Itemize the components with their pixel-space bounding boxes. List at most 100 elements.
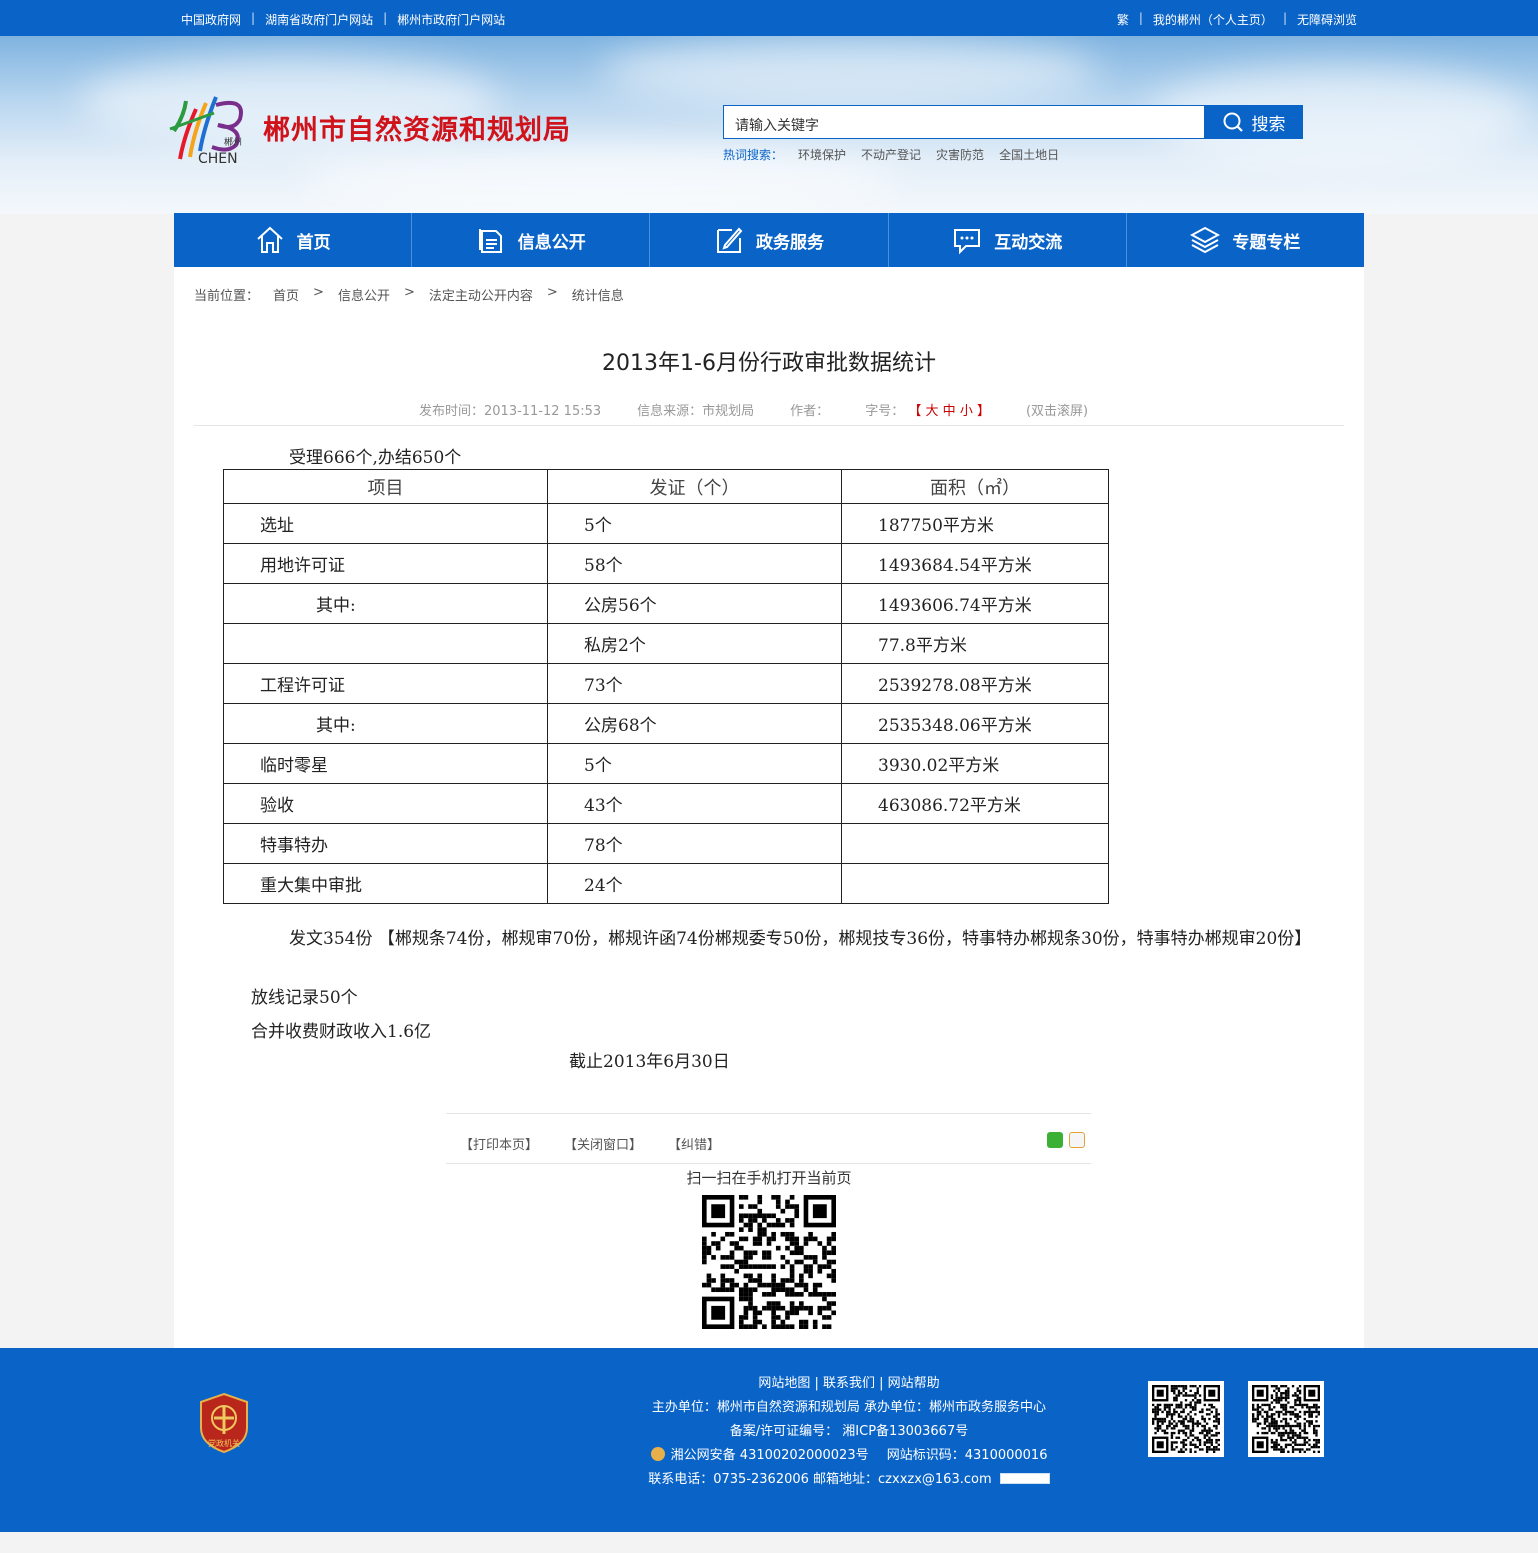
wechat-icon[interactable] <box>1047 1132 1063 1148</box>
font-size-control: 字号： 【 大 中 小 】 <box>865 400 990 419</box>
table-cell: 公房56个 <box>547 583 842 624</box>
hot-word-link[interactable]: 环境保护 <box>798 146 846 163</box>
article-paragraph: 放线记录50个 <box>251 988 358 1008</box>
scroll-toggle[interactable]: (双击滚屏) <box>1026 400 1088 419</box>
nav-item-interaction[interactable]: 互动交流 <box>889 213 1127 267</box>
footer-qr-code-2 <box>1248 1381 1324 1457</box>
table-cell: 5个 <box>547 503 842 544</box>
table-cell: 73个 <box>547 663 842 704</box>
font-large-button[interactable]: 大 <box>926 404 939 419</box>
footer-site-id: 网站标识码：4310000016 <box>886 1448 1048 1463</box>
link-my-chenzhou[interactable]: 我的郴州（个人主页） <box>1153 11 1273 28</box>
table-cell <box>841 863 1109 904</box>
table-row: 用地许可证 58个 1493684.54平方米 <box>223 543 1109 584</box>
breadcrumb-info[interactable]: 信息公开 <box>338 285 390 304</box>
table-cell: 用地许可证 <box>223 543 548 584</box>
table-row: 重大集中审批 24个 <box>223 863 1109 904</box>
footer-icp[interactable]: 备案/许可证编号： 湘ICP备13003667号 <box>636 1420 1062 1444</box>
home-icon <box>256 226 283 253</box>
chat-icon <box>954 229 981 255</box>
font-small-button[interactable]: 小 <box>960 404 973 419</box>
link-hunan-gov[interactable]: 湖南省政府门户网站 <box>265 11 373 28</box>
table-cell: 5个 <box>547 743 842 784</box>
table-header: 发证（个） <box>547 469 842 504</box>
footer-qr-code-1 <box>1148 1381 1224 1457</box>
table-row: 私房2个 77.8平方米 <box>223 623 1109 664</box>
table-header-row: 项目 发证（个） 面积（㎡） <box>223 469 1109 504</box>
layers-icon <box>1190 226 1221 254</box>
table-cell: 78个 <box>547 823 842 864</box>
table-row: 工程许可证 73个 2539278.08平方米 <box>223 663 1109 704</box>
site-title: 郴州市自然资源和规划局 <box>263 115 571 146</box>
chenzhou-logo-icon[interactable]: 郴州 CHEN <box>166 91 250 167</box>
document-icon <box>478 229 502 253</box>
police-badge-icon <box>650 1447 665 1461</box>
table-cell <box>841 823 1109 864</box>
table-cell: 77.8平方米 <box>841 623 1109 664</box>
footer: 党政机关 网站地图 | 联系我们 | 网站帮助 主办单位：郴州市自然资源和规划局… <box>0 1348 1538 1532</box>
article-paragraph: 发文354份 【郴规条74份，郴规审70份，郴规许函74份郴规委专50份，郴规技… <box>289 929 1312 949</box>
weibo-icon[interactable] <box>1069 1132 1085 1148</box>
footer-police[interactable]: 湘公网安备 43100202000023号 <box>671 1448 869 1463</box>
party-government-badge-icon[interactable]: 党政机关 <box>197 1392 251 1454</box>
footer-contact: 联系电话：0735-2362006 邮箱地址：czxxzx@163.com <box>648 1472 992 1487</box>
link-accessibility[interactable]: 无障碍浏览 <box>1297 11 1357 28</box>
search-button[interactable]: 搜索 <box>1204 105 1303 139</box>
table-cell: 临时零星 <box>223 743 548 784</box>
font-size-open: 【 <box>908 404 922 419</box>
table-cell: 私房2个 <box>547 623 842 664</box>
report-error-button[interactable]: 【纠错】 <box>668 1134 720 1153</box>
nav-item-home[interactable]: 首页 <box>174 213 413 267</box>
link-chenzhou-gov[interactable]: 郴州市政府门户网站 <box>397 11 505 28</box>
table-cell: 463086.72平方米 <box>841 783 1109 824</box>
article-source: 信息来源：市规划局 <box>637 404 755 419</box>
table-cell: 2539278.08平方米 <box>841 663 1109 704</box>
edit-icon <box>717 227 743 253</box>
cnzz-icon[interactable] <box>999 1473 1050 1484</box>
breadcrumb-sep: > <box>313 285 324 300</box>
breadcrumb-sep: > <box>546 285 558 300</box>
table-header: 面积（㎡） <box>841 469 1109 504</box>
footer-police-row: 湘公网安备 43100202000023号 网站标识码：4310000016 <box>636 1444 1062 1468</box>
top-links-left: 中国政府网 | 湖南省政府门户网站 | 郴州市政府门户网站 <box>181 11 506 28</box>
table-cell <box>223 623 548 664</box>
article-paragraph: 合并收费财政收入1.6亿 <box>251 1022 432 1042</box>
header: 郴州 CHEN 郴州市自然资源和规划局 请输入关键字 搜索 热词搜索： 环境保护… <box>0 36 1538 214</box>
table-row: 特事特办 78个 <box>223 823 1109 864</box>
breadcrumb-home[interactable]: 首页 <box>273 285 299 304</box>
badge-text: 党政机关 <box>208 1438 240 1448</box>
article-title: 2013年1-6月份行政审批数据统计 <box>602 351 936 376</box>
table-cell: 重大集中审批 <box>223 863 548 904</box>
table-cell: 187750平方米 <box>841 503 1109 544</box>
font-medium-button[interactable]: 中 <box>943 404 956 419</box>
stats-table: 项目 发证（个） 面积（㎡） 选址 5个 187750平方米 用地许可证 58个 1493… <box>223 469 1109 904</box>
nav-item-service[interactable]: 政务服务 <box>650 213 889 267</box>
logo-text: 郴州 <box>224 136 242 148</box>
main-content: 当前位置： 首页 > 信息公开 > 法定主动公开内容 > 统计信息 2013年1… <box>174 267 1364 1348</box>
table-cell: 1493606.74平方米 <box>841 583 1109 624</box>
hot-search: 热词搜索： 环境保护 不动产登记 灾害防范 全国土地日 <box>723 146 1059 163</box>
table-cell: 公房68个 <box>547 703 842 744</box>
table-cell: 3930.02平方米 <box>841 743 1109 784</box>
close-window-button[interactable]: 【关闭窗口】 <box>564 1134 642 1153</box>
nav-item-info[interactable]: 信息公开 <box>412 213 651 267</box>
hot-word-link[interactable]: 全国土地日 <box>999 146 1059 163</box>
top-bar: 中国政府网 | 湖南省政府门户网站 | 郴州市政府门户网站 繁 | 我的郴州（个… <box>0 0 1538 36</box>
article-paragraph: 截止2013年6月30日 <box>569 1052 730 1072</box>
table-cell: 选址 <box>223 503 548 544</box>
link-traditional[interactable]: 繁 <box>1117 11 1129 28</box>
table-row: 其中: 公房56个 1493606.74平方米 <box>223 583 1109 624</box>
print-button[interactable]: 【打印本页】 <box>460 1134 538 1153</box>
hot-word-link[interactable]: 灾害防范 <box>936 146 984 163</box>
divider <box>194 425 1344 426</box>
breadcrumb-legal[interactable]: 法定主动公开内容 <box>429 285 533 304</box>
hot-word-link[interactable]: 不动产登记 <box>861 146 921 163</box>
breadcrumb-stats[interactable]: 统计信息 <box>572 285 624 304</box>
link-china-gov[interactable]: 中国政府网 <box>181 11 241 28</box>
nav-label: 信息公开 <box>517 232 586 253</box>
table-header: 项目 <box>223 469 548 504</box>
nav-item-topics[interactable]: 专题专栏 <box>1127 213 1364 267</box>
logo-subtext: CHEN <box>198 151 238 167</box>
search-input[interactable]: 请输入关键字 <box>723 105 1205 139</box>
footer-links[interactable]: 网站地图 | 联系我们 | 网站帮助 <box>636 1372 1062 1396</box>
